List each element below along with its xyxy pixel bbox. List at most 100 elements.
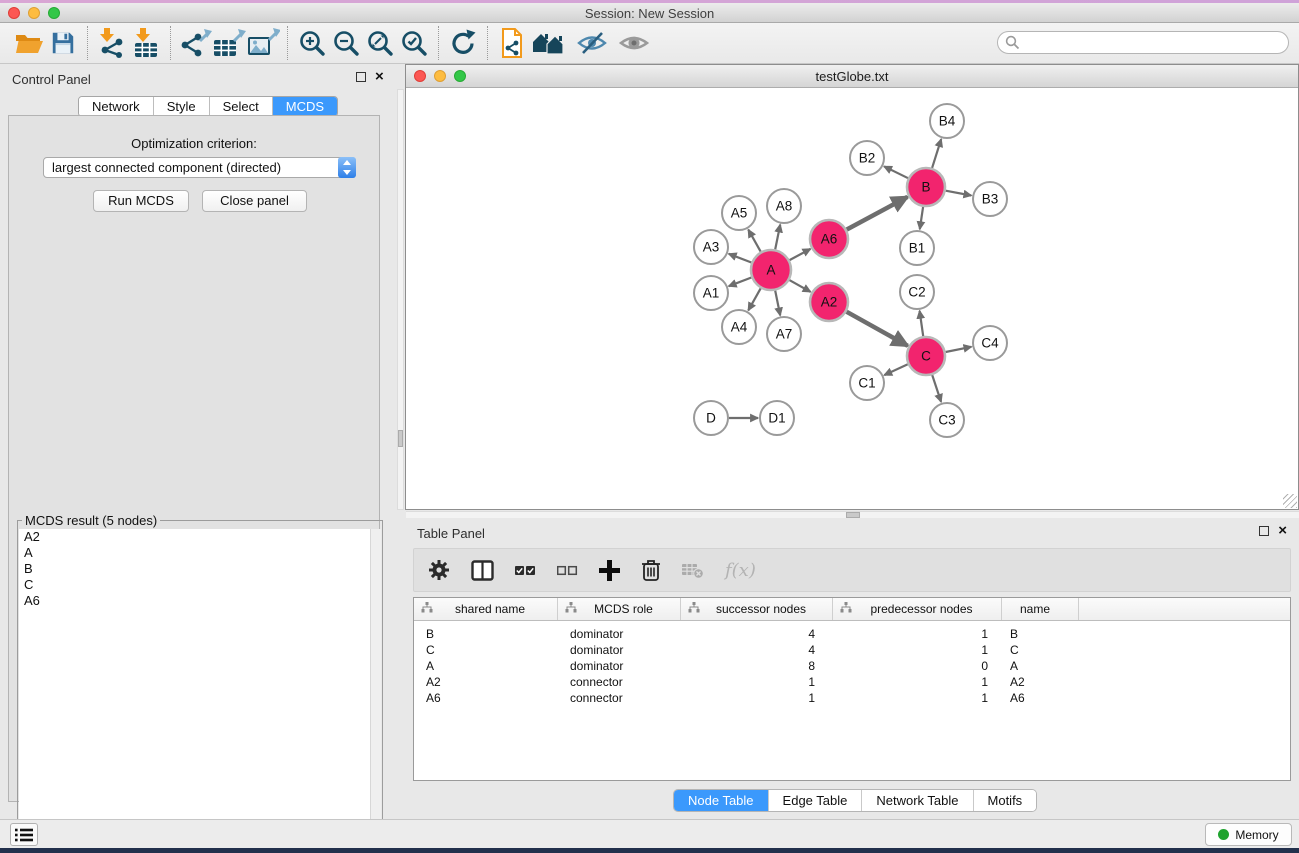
graph-edge-B-B3[interactable]: [946, 191, 972, 196]
search-input[interactable]: [1020, 34, 1288, 52]
gear-icon[interactable]: [428, 559, 450, 581]
tab-motifs[interactable]: Motifs: [974, 790, 1037, 811]
double-home-icon[interactable]: [529, 26, 571, 60]
document-network-icon[interactable]: [495, 26, 529, 60]
network-window-titlebar[interactable]: testGlobe.txt: [406, 65, 1298, 88]
delete-table-icon[interactable]: [682, 561, 704, 579]
graph-node-label: A1: [703, 286, 720, 301]
graph-edge-C-C2[interactable]: [920, 311, 924, 336]
result-item[interactable]: A: [19, 545, 381, 561]
result-item[interactable]: A2: [19, 529, 381, 545]
memory-button[interactable]: Memory: [1205, 823, 1292, 846]
export-table-icon[interactable]: [212, 26, 246, 60]
tab-edge-table[interactable]: Edge Table: [769, 790, 863, 811]
window-resize-handle[interactable]: [1283, 494, 1297, 508]
add-column-icon[interactable]: [599, 560, 620, 581]
toolbar-separator: [438, 26, 439, 60]
column-header-successor-nodes[interactable]: successor nodes: [681, 598, 833, 620]
scrollbar-thumb[interactable]: [398, 430, 403, 447]
open-folder-icon[interactable]: [12, 26, 46, 60]
column-header-name[interactable]: name: [1002, 598, 1079, 620]
result-item[interactable]: A6: [19, 593, 381, 609]
close-panel-button[interactable]: Close panel: [202, 190, 307, 212]
save-icon[interactable]: [46, 26, 80, 60]
graph-edge-C-C3[interactable]: [932, 375, 941, 402]
graph-edge-A-A6[interactable]: [790, 249, 811, 260]
table-row[interactable]: A2connector11A2: [414, 674, 1290, 690]
result-item[interactable]: C: [19, 577, 381, 593]
import-table-icon[interactable]: [129, 26, 163, 60]
graph-edge-A-A5[interactable]: [748, 230, 760, 252]
network-vertical-scrollbar[interactable]: [397, 89, 404, 510]
search-field[interactable]: [997, 31, 1289, 54]
table-cell: C: [1002, 642, 1079, 658]
table-row[interactable]: Bdominator41B: [414, 626, 1290, 642]
result-item[interactable]: B: [19, 561, 381, 577]
graph-edge-A2-C[interactable]: [847, 312, 908, 346]
zoom-in-icon[interactable]: [295, 26, 329, 60]
mcds-panel: Optimization criterion: largest connecte…: [8, 115, 380, 802]
tab-mcds[interactable]: MCDS: [273, 97, 337, 116]
uncheck-all-icon[interactable]: [557, 562, 578, 579]
float-panel-icon[interactable]: [1259, 526, 1269, 536]
export-network-icon[interactable]: [178, 26, 212, 60]
graph-edge-A6-B[interactable]: [847, 197, 908, 230]
graph-edge-C-C4[interactable]: [946, 347, 972, 352]
criterion-dropdown[interactable]: largest connected component (directed): [43, 157, 356, 178]
table-cell: 1: [833, 690, 1002, 706]
trash-icon[interactable]: [641, 558, 661, 582]
graph-node-label: C4: [981, 336, 999, 351]
zoom-check-icon[interactable]: [397, 26, 431, 60]
toolbar-separator: [170, 26, 171, 60]
column-header-predecessor-nodes[interactable]: predecessor nodes: [833, 598, 1002, 620]
network-window: testGlobe.txt B4B2BB3B1A5A8A6A3AA1A2C2A4…: [405, 64, 1299, 510]
table-cell: A6: [414, 690, 558, 706]
graph-edge-A-A1[interactable]: [729, 278, 752, 287]
table-row[interactable]: A6connector11A6: [414, 690, 1290, 706]
close-panel-icon[interactable]: ×: [1278, 526, 1287, 536]
eye-icon[interactable]: [613, 26, 655, 60]
graph-edge-A-A8[interactable]: [775, 225, 780, 250]
criterion-value: largest connected component (directed): [44, 160, 338, 175]
tab-network[interactable]: Network: [79, 97, 154, 116]
graph-edge-B-B4[interactable]: [932, 139, 941, 168]
column-header-shared-name[interactable]: shared name: [414, 598, 558, 620]
run-mcds-button[interactable]: Run MCDS: [93, 190, 189, 212]
network-horizontal-scrollbar[interactable]: [406, 511, 1299, 518]
graph-edge-A-A3[interactable]: [729, 254, 752, 263]
task-history-button[interactable]: [10, 823, 38, 846]
table-row[interactable]: Cdominator41C: [414, 642, 1290, 658]
split-table-icon[interactable]: [471, 560, 494, 581]
close-panel-icon[interactable]: ×: [375, 72, 384, 82]
main-toolbar: [0, 23, 1299, 64]
eye-slash-icon[interactable]: [571, 26, 613, 60]
graph-edge-A-A4[interactable]: [748, 288, 760, 310]
tab-node-table[interactable]: Node Table: [674, 790, 769, 811]
graph-edge-A-A7[interactable]: [775, 291, 780, 316]
graph-edge-B-B2[interactable]: [884, 166, 908, 178]
tab-select[interactable]: Select: [210, 97, 273, 116]
float-panel-icon[interactable]: [356, 72, 366, 82]
result-scrollbar[interactable]: [370, 529, 381, 853]
graph-edge-B-B1[interactable]: [920, 207, 923, 229]
tab-style[interactable]: Style: [154, 97, 210, 116]
table-row[interactable]: Adominator80A: [414, 658, 1290, 674]
zoom-out-icon[interactable]: [329, 26, 363, 60]
import-network-icon[interactable]: [95, 26, 129, 60]
scrollbar-thumb[interactable]: [846, 512, 860, 518]
graph-node-label: A2: [821, 295, 838, 310]
function-builder-icon[interactable]: f(x): [725, 560, 756, 581]
refresh-icon[interactable]: [446, 26, 480, 60]
control-panel-title: Control Panel: [12, 72, 91, 87]
zoom-fit-icon[interactable]: [363, 26, 397, 60]
network-view[interactable]: B4B2BB3B1A5A8A6A3AA1A2C2A4A7CC4C1C3DD1: [406, 89, 1298, 509]
graph-edge-C-C1[interactable]: [884, 364, 908, 375]
graph-node-label: A4: [731, 320, 748, 335]
tab-network-table[interactable]: Network Table: [862, 790, 973, 811]
column-header-mcds-role[interactable]: MCDS role: [558, 598, 681, 620]
check-all-icon[interactable]: [515, 562, 536, 579]
table-tabs: Node Table Edge Table Network Table Moti…: [673, 789, 1037, 812]
graph-edge-A-A2[interactable]: [789, 280, 810, 292]
export-image-icon[interactable]: [246, 26, 280, 60]
mcds-result-list: A2 A B C A6: [19, 529, 381, 853]
